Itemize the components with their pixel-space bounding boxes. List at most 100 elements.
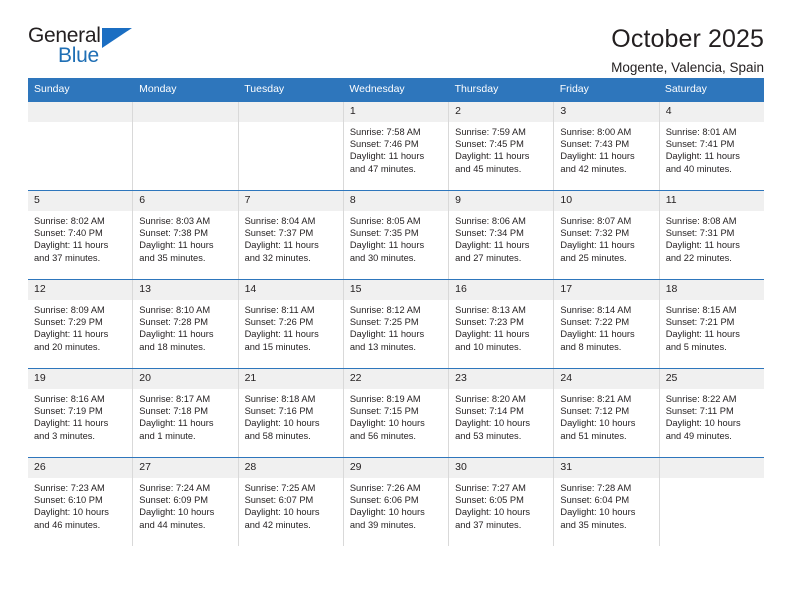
title-block: October 2025 Mogente, Valencia, Spain — [611, 24, 764, 78]
sunrise-text: Sunrise: 8:20 AM — [455, 394, 526, 404]
daylight-text: Daylight: 11 hours and 42 minutes. — [560, 151, 635, 174]
sunrise-text: Sunrise: 8:03 AM — [139, 216, 211, 226]
day-number: 13 — [133, 280, 238, 300]
calendar-day-cell[interactable]: 1 Sunrise: 7:58 AM Sunset: 7:46 PM Daylight… — [343, 102, 450, 190]
daylight-text: Daylight: 11 hours and 1 minute. — [139, 418, 214, 441]
daylight-text: Daylight: 10 hours and 35 minutes. — [560, 507, 636, 530]
weekday-header-monday: Monday — [139, 83, 177, 95]
weekday-header-wednesday: Wednesday — [349, 83, 405, 95]
day-sun-info: Sunrise: 8:05 AM Sunset: 7:35 PM Daylight:… — [344, 211, 448, 264]
day-number: 12 — [28, 280, 133, 300]
calendar-day-cell[interactable]: 11 Sunrise: 8:08 AM Sunset: 7:31 PM Dayligh… — [659, 191, 764, 279]
daylight-text: Daylight: 10 hours and 44 minutes. — [139, 507, 215, 530]
sunrise-text: Sunrise: 8:11 AM — [244, 305, 315, 315]
calendar-day-cell[interactable]: 6 Sunrise: 8:03 AM Sunset: 7:38 PM Daylight… — [133, 191, 239, 279]
calendar-day-cell[interactable]: 31 Sunrise: 7:28 AM Sunset: 6:04 PM Dayligh… — [554, 458, 660, 546]
sunset-text: Sunset: 6:04 PM — [560, 495, 630, 506]
daylight-text: Daylight: 10 hours and 39 minutes. — [349, 507, 425, 530]
calendar-day-cell[interactable]: 20 Sunrise: 8:17 AM Sunset: 7:18 PM Dayligh… — [133, 369, 239, 457]
calendar-day-cell[interactable]: 13 Sunrise: 8:10 AM Sunset: 7:28 PM Dayligh… — [133, 280, 239, 368]
weekday-header-row: Sunday Monday Tuesday Wednesday Thursday… — [28, 78, 764, 102]
calendar-day-cell[interactable]: 16 Sunrise: 8:13 AM Sunset: 7:23 PM Dayligh… — [449, 280, 555, 368]
day-number — [238, 102, 343, 122]
calendar-day-cell[interactable]: 5 Sunrise: 8:02 AM Sunset: 7:40 PM Daylight… — [28, 191, 134, 279]
sunset-text: Sunset: 7:43 PM — [560, 139, 630, 150]
calendar-day-cell[interactable]: 24 Sunrise: 8:21 AM Sunset: 7:12 PM Dayligh… — [554, 369, 660, 457]
day-number: 10 — [554, 191, 659, 211]
daylight-text: Daylight: 10 hours and 53 minutes. — [455, 418, 531, 441]
day-number: 20 — [133, 369, 238, 389]
sunrise-text: Sunrise: 7:59 AM — [455, 127, 526, 137]
calendar-day-cell[interactable]: 19 Sunrise: 8:16 AM Sunset: 7:19 PM Dayligh… — [28, 369, 134, 457]
calendar-day-cell[interactable]: 8 Sunrise: 8:05 AM Sunset: 7:35 PM Daylight… — [343, 191, 450, 279]
day-number — [659, 458, 764, 478]
sunrise-text: Sunrise: 8:22 AM — [665, 394, 737, 404]
calendar-day-cell-empty — [133, 102, 239, 190]
calendar-day-cell[interactable]: 10 Sunrise: 8:07 AM Sunset: 7:32 PM Dayligh… — [554, 191, 660, 279]
calendar-day-cell[interactable]: 26 Sunrise: 7:23 AM Sunset: 6:10 PM Dayligh… — [28, 458, 134, 546]
calendar-day-cell[interactable]: 30 Sunrise: 7:27 AM Sunset: 6:05 PM Dayligh… — [449, 458, 555, 546]
calendar-day-cell[interactable]: 29 Sunrise: 7:26 AM Sunset: 6:06 PM Dayligh… — [343, 458, 450, 546]
sunset-text: Sunset: 7:25 PM — [349, 317, 419, 328]
sunset-text: Sunset: 7:23 PM — [455, 317, 524, 328]
calendar-day-cell[interactable]: 17 Sunrise: 8:14 AM Sunset: 7:22 PM Dayligh… — [554, 280, 660, 368]
calendar-day-cell[interactable]: 23 Sunrise: 8:20 AM Sunset: 7:14 PM Dayligh… — [449, 369, 555, 457]
daylight-text: Daylight: 11 hours and 45 minutes. — [455, 151, 530, 174]
day-sun-info: Sunrise: 8:22 AM Sunset: 7:11 PM Daylight:… — [660, 389, 764, 442]
page-title: October 2025 — [611, 25, 764, 53]
day-sun-info: Sunrise: 7:59 AM Sunset: 7:45 PM Daylight:… — [449, 122, 553, 175]
calendar-day-cell-empty — [659, 458, 764, 546]
daylight-text: Daylight: 11 hours and 15 minutes. — [244, 329, 319, 352]
day-number: 11 — [659, 191, 764, 211]
daylight-text: Daylight: 11 hours and 18 minutes. — [139, 329, 214, 352]
sunrise-text: Sunrise: 7:27 AM — [455, 483, 526, 493]
day-sun-info: Sunrise: 8:09 AM Sunset: 7:29 PM Daylight:… — [28, 300, 132, 353]
sunrise-text: Sunrise: 8:17 AM — [139, 394, 211, 404]
daylight-text: Daylight: 11 hours and 3 minutes. — [34, 418, 109, 441]
day-sun-info: Sunrise: 8:15 AM Sunset: 7:21 PM Daylight:… — [660, 300, 764, 353]
calendar-day-cell[interactable]: 4 Sunrise: 8:01 AM Sunset: 7:41 PM Daylight… — [659, 102, 764, 190]
day-sun-info: Sunrise: 7:27 AM Sunset: 6:05 PM Daylight:… — [449, 478, 553, 531]
day-number: 22 — [343, 369, 449, 389]
calendar-day-cell[interactable]: 2 Sunrise: 7:59 AM Sunset: 7:45 PM Daylight… — [449, 102, 555, 190]
day-number: 25 — [659, 369, 764, 389]
sunset-text: Sunset: 7:46 PM — [349, 139, 419, 150]
day-sun-info: Sunrise: 7:24 AM Sunset: 6:09 PM Daylight:… — [133, 478, 237, 531]
sunset-text: Sunset: 7:14 PM — [455, 406, 524, 417]
sunrise-text: Sunrise: 8:15 AM — [665, 305, 737, 315]
calendar-day-cell[interactable]: 21 Sunrise: 8:18 AM Sunset: 7:16 PM Dayligh… — [238, 369, 344, 457]
calendar-day-cell[interactable]: 14 Sunrise: 8:11 AM Sunset: 7:26 PM Dayligh… — [238, 280, 344, 368]
sunset-text: Sunset: 6:07 PM — [244, 495, 314, 506]
day-sun-info: Sunrise: 8:17 AM Sunset: 7:18 PM Daylight:… — [133, 389, 237, 442]
calendar-day-cell[interactable]: 9 Sunrise: 8:06 AM Sunset: 7:34 PM Daylight… — [449, 191, 555, 279]
calendar-day-cell[interactable]: 28 Sunrise: 7:25 AM Sunset: 6:07 PM Dayligh… — [238, 458, 344, 546]
calendar-day-cell[interactable]: 7 Sunrise: 8:04 AM Sunset: 7:37 PM Daylight… — [238, 191, 344, 279]
day-sun-info: Sunrise: 8:07 AM Sunset: 7:32 PM Daylight:… — [554, 211, 658, 264]
calendar-day-cell[interactable]: 12 Sunrise: 8:09 AM Sunset: 7:29 PM Dayligh… — [28, 280, 134, 368]
daylight-text: Daylight: 11 hours and 25 minutes. — [560, 240, 635, 263]
daylight-text: Daylight: 11 hours and 22 minutes. — [665, 240, 740, 263]
calendar-day-cell[interactable]: 15 Sunrise: 8:12 AM Sunset: 7:25 PM Dayligh… — [343, 280, 450, 368]
day-number: 16 — [449, 280, 554, 300]
calendar-day-cell[interactable]: 27 Sunrise: 7:24 AM Sunset: 6:09 PM Dayligh… — [133, 458, 239, 546]
calendar-page: General Blue October 2025 Mogente, Valen… — [0, 0, 792, 612]
daylight-text: Daylight: 10 hours and 56 minutes. — [349, 418, 425, 441]
calendar-day-cell[interactable]: 25 Sunrise: 8:22 AM Sunset: 7:11 PM Dayligh… — [659, 369, 764, 457]
daylight-text: Daylight: 11 hours and 35 minutes. — [139, 240, 214, 263]
sunrise-text: Sunrise: 8:18 AM — [244, 394, 316, 404]
sunset-text: Sunset: 6:06 PM — [349, 495, 419, 506]
day-sun-info: Sunrise: 7:28 AM Sunset: 6:04 PM Daylight:… — [554, 478, 658, 531]
calendar-day-cell[interactable]: 3 Sunrise: 8:00 AM Sunset: 7:43 PM Daylight… — [554, 102, 660, 190]
calendar-day-cell[interactable]: 22 Sunrise: 8:19 AM Sunset: 7:15 PM Dayligh… — [343, 369, 450, 457]
daylight-text: Daylight: 11 hours and 8 minutes. — [560, 329, 635, 352]
daylight-text: Daylight: 11 hours and 13 minutes. — [349, 329, 425, 352]
sunrise-text: Sunrise: 7:28 AM — [560, 483, 632, 493]
day-sun-info: Sunrise: 8:03 AM Sunset: 7:38 PM Daylight:… — [133, 211, 237, 264]
calendar-day-cell[interactable]: 18 Sunrise: 8:15 AM Sunset: 7:21 PM Dayligh… — [659, 280, 764, 368]
daylight-text: Daylight: 10 hours and 58 minutes. — [244, 418, 320, 441]
sunset-text: Sunset: 7:35 PM — [349, 228, 419, 239]
day-sun-info: Sunrise: 8:02 AM Sunset: 7:40 PM Daylight:… — [28, 211, 132, 264]
calendar-week-row: 26 Sunrise: 7:23 AM Sunset: 6:10 PM Dayligh… — [28, 457, 764, 546]
sunset-text: Sunset: 7:31 PM — [665, 228, 735, 239]
logo-text-blue: Blue — [58, 44, 99, 67]
